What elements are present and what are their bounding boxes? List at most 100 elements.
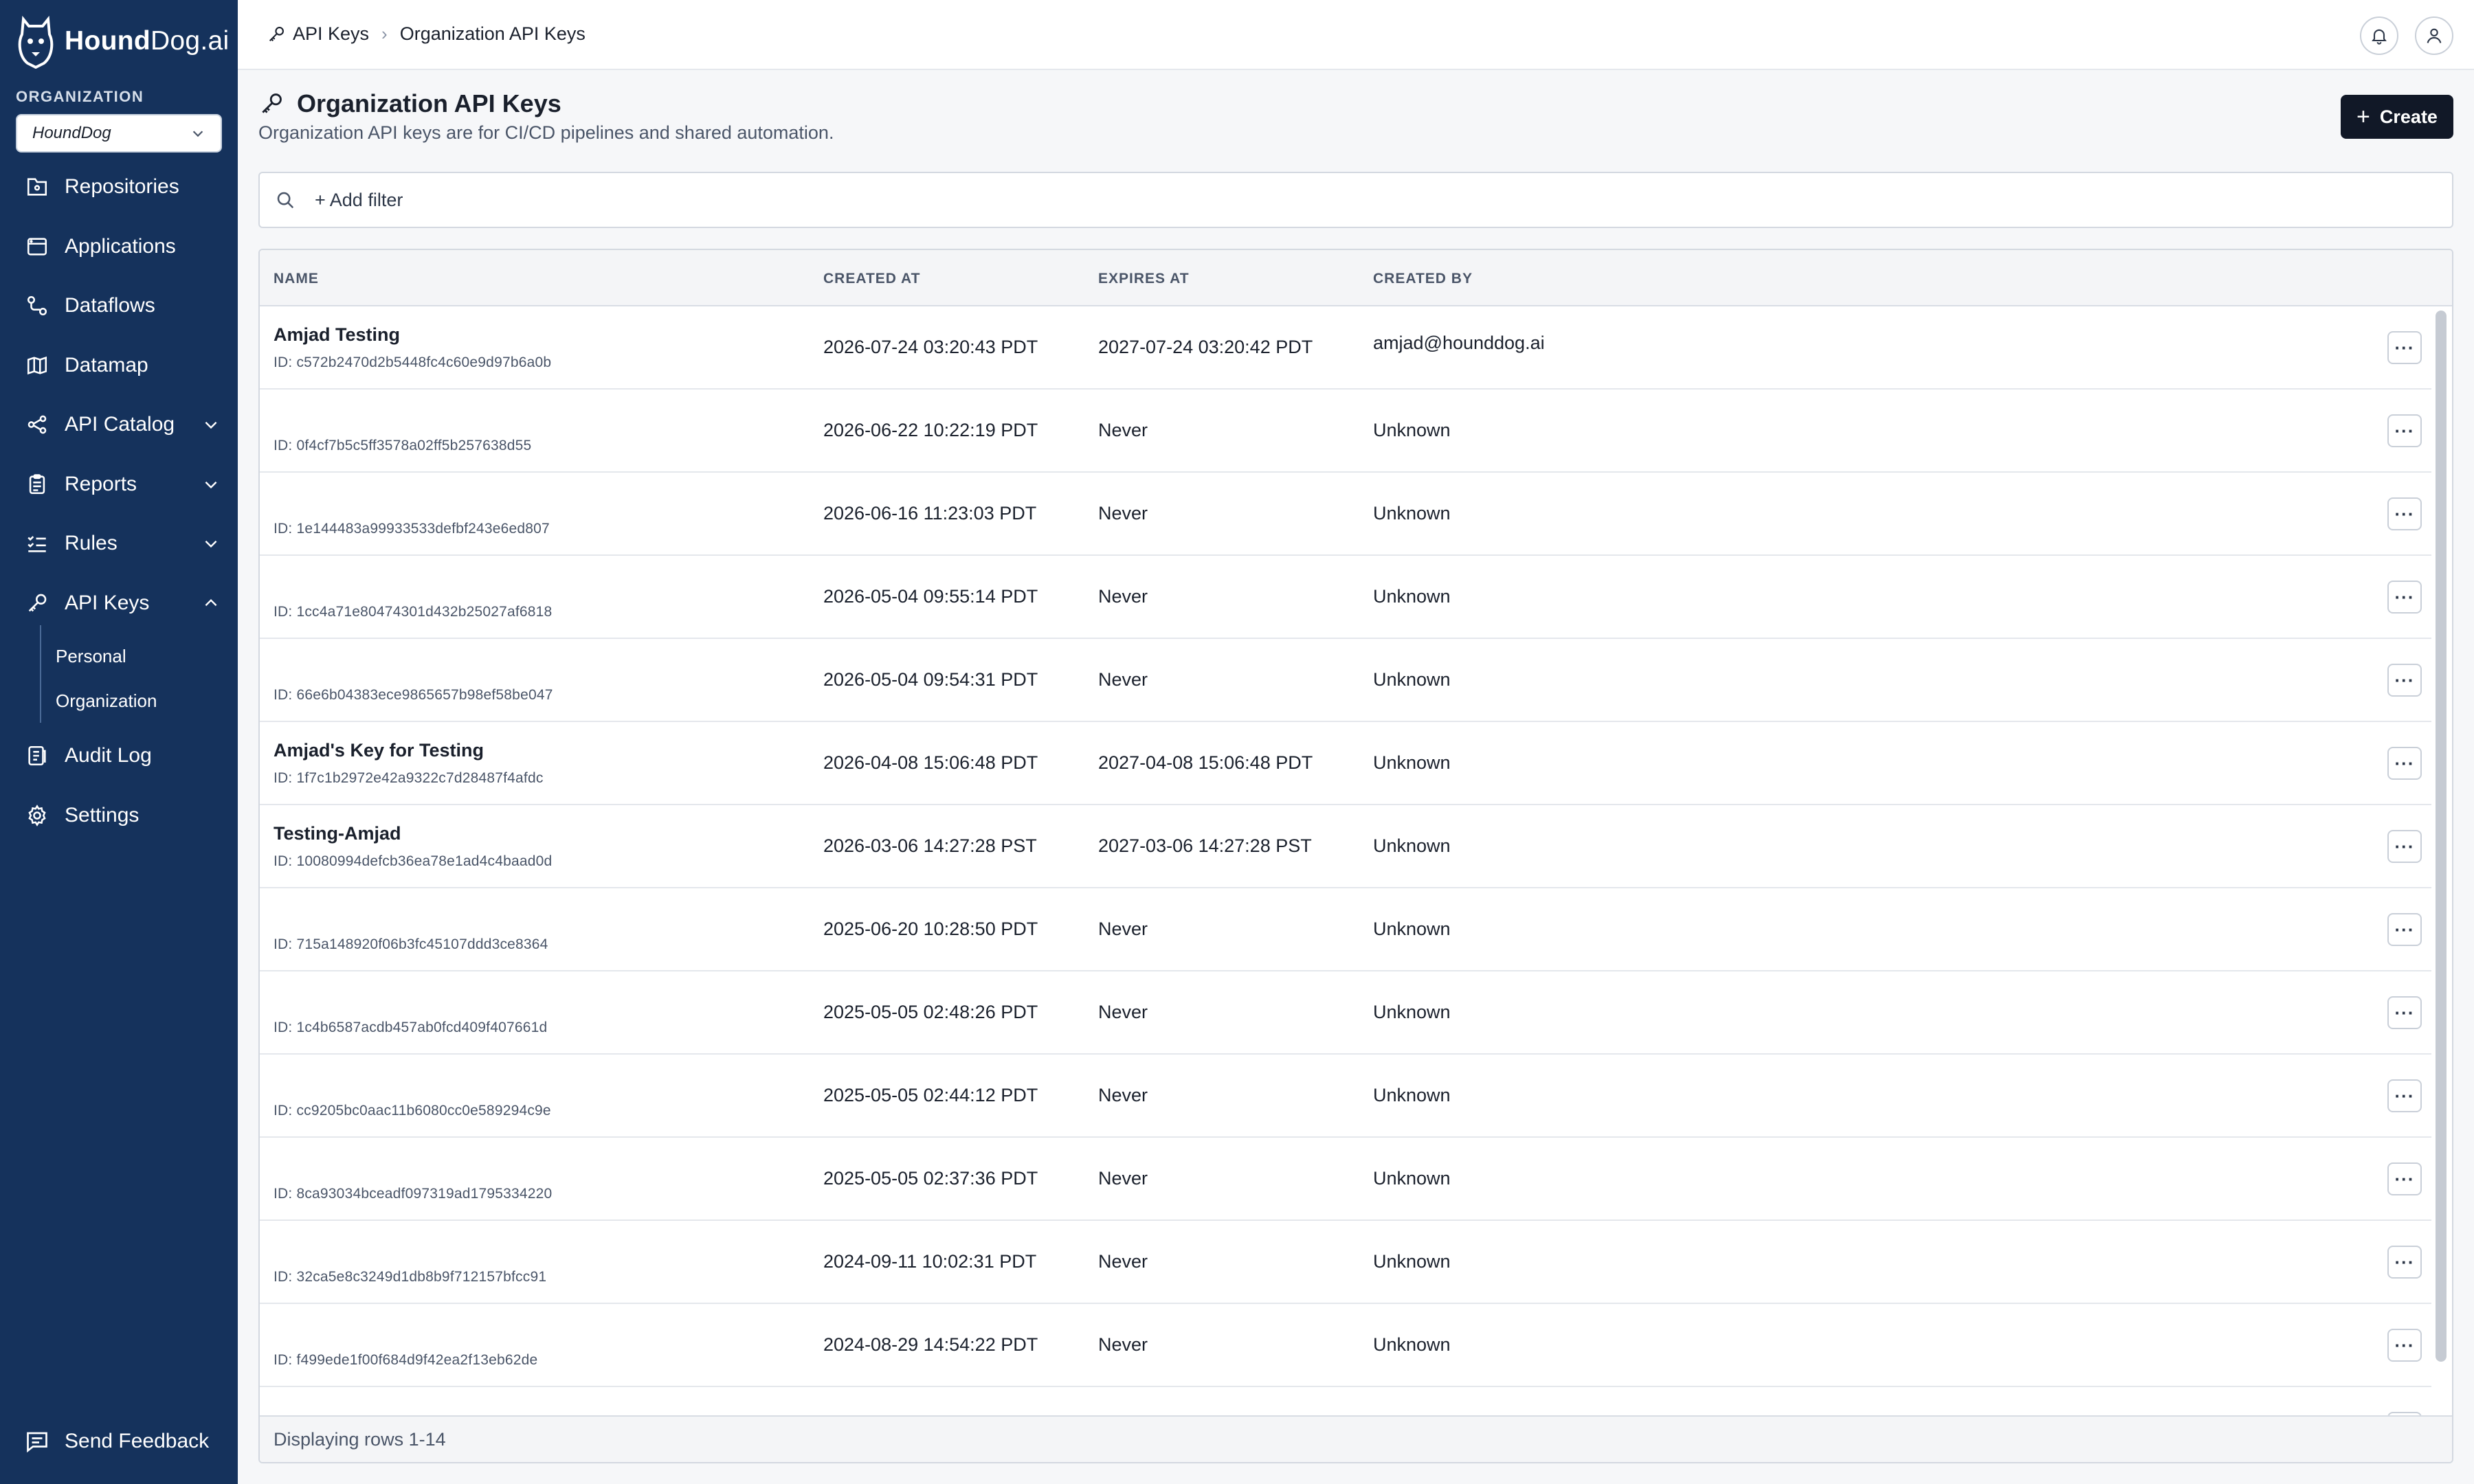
- row-actions-button[interactable]: ···: [2387, 497, 2422, 530]
- sidebar-item-api-catalog[interactable]: API Catalog: [0, 401, 238, 449]
- column-header-created-at[interactable]: CREATED AT: [823, 271, 920, 287]
- created-by: Unknown: [1373, 1002, 1451, 1022]
- application-icon: [25, 234, 49, 259]
- row-actions-button[interactable]: ···: [2387, 331, 2422, 364]
- chevron-down-icon: [192, 131, 203, 137]
- page-description: Organization API keys are for CI/CD pipe…: [258, 122, 834, 143]
- column-header-created-by[interactable]: CREATED BY: [1373, 271, 1473, 287]
- table-row[interactable]: ID: 66e6b04383ece9865657b98ef58be047 2026…: [260, 639, 2431, 722]
- sidebar-item-rules[interactable]: Rules: [0, 519, 238, 567]
- row-actions-button[interactable]: ···: [2387, 581, 2422, 614]
- key-name: Amjad's Key for Testing: [274, 740, 484, 761]
- sidebar-item-audit-log[interactable]: Audit Log: [0, 732, 238, 780]
- created-at: 2025-05-05 02:48:26 PDT: [823, 1002, 1038, 1022]
- brand-name: HoundDog.ai: [65, 26, 230, 56]
- hound-logo-icon: [18, 15, 54, 69]
- sidebar-item-settings[interactable]: Settings: [0, 791, 238, 840]
- more-horizontal-icon: ···: [2394, 420, 2415, 441]
- row-actions-button[interactable]: ···: [2387, 830, 2422, 863]
- table-row[interactable]: ID: 1e144483a99933533defbf243e6ed807 2026…: [260, 473, 2431, 556]
- chevron-down-icon: [205, 540, 217, 548]
- key-name: Amjad Testing: [274, 324, 401, 345]
- table-scrollbar[interactable]: [2436, 311, 2447, 1362]
- create-button[interactable]: + Create: [2341, 95, 2453, 139]
- table-row[interactable]: Testing-Amjad ID: 10080994defcb36ea78e1ad…: [260, 805, 2431, 888]
- expires-at: Never: [1098, 1085, 1148, 1105]
- table-row[interactable]: ID: 8ca93034bceadf097319ad1795334220 2025…: [260, 1138, 2431, 1221]
- key-id: ID: c572b2470d2b5448fc4c60e9d97b6a0b: [274, 355, 552, 370]
- created-at: 2026-04-08 15:06:48 PDT: [823, 752, 1038, 773]
- table-row[interactable]: ID: 0f4cf7b5c5ff3578a02ff5b257638d55 2026…: [260, 390, 2431, 473]
- top-bar: API Keys › Organization API Keys: [238, 0, 2474, 70]
- created-at: 2025-05-05 02:37:36 PDT: [823, 1168, 1038, 1189]
- created-at: 2026-03-06 14:27:28 PST: [823, 835, 1037, 856]
- created-by: Unknown: [1373, 503, 1451, 524]
- key-id: ID: cc9205bc0aac11b6080cc0e589294c9e: [274, 1103, 551, 1118]
- sidebar-item-label: Settings: [65, 804, 140, 827]
- dataflow-icon: [25, 293, 49, 318]
- key-id: ID: 0f4cf7b5c5ff3578a02ff5b257638d55: [274, 438, 532, 453]
- user-menu-button[interactable]: [2415, 16, 2453, 55]
- row-actions-button[interactable]: ···: [2387, 996, 2422, 1029]
- table-footer: Displaying rows 1-14: [260, 1415, 2452, 1462]
- row-actions-button[interactable]: ···: [2387, 1079, 2422, 1112]
- row-actions-button[interactable]: ···: [2387, 1329, 2422, 1362]
- expires-at: Never: [1098, 1251, 1148, 1272]
- sidebar-subitem-personal[interactable]: Personal: [56, 646, 126, 667]
- sidebar-item-applications[interactable]: Applications: [0, 223, 238, 271]
- submenu-divider: [40, 625, 41, 723]
- column-header-expires-at[interactable]: EXPIRES AT: [1098, 271, 1190, 287]
- expires-at: 2027-03-06 14:27:28 PST: [1098, 835, 1312, 856]
- expires-at: Never: [1098, 586, 1148, 607]
- row-actions-button[interactable]: ···: [2387, 414, 2422, 447]
- table-row[interactable]: Amjad Testing ID: c572b2470d2b5448fc4c60e…: [260, 306, 2431, 390]
- row-actions-button[interactable]: ···: [2387, 913, 2422, 946]
- column-header-name[interactable]: NAME: [274, 271, 319, 287]
- gear-icon: [25, 803, 49, 828]
- row-count-text: Displaying rows 1-14: [274, 1428, 446, 1450]
- more-horizontal-icon: ···: [2394, 752, 2415, 774]
- table-row[interactable]: ID: 32ca5e8c3249d1db8b9f712157bfcc91 2024…: [260, 1221, 2431, 1304]
- row-actions-button[interactable]: ···: [2387, 664, 2422, 697]
- table-row[interactable]: ID: cc9205bc0aac11b6080cc0e589294c9e 2025…: [260, 1055, 2431, 1138]
- expires-at: Never: [1098, 1168, 1148, 1189]
- table-row[interactable]: Amjad's Key for Testing ID: 1f7c1b2972e42…: [260, 722, 2431, 805]
- sidebar-item-api-keys[interactable]: API Keys: [0, 579, 238, 627]
- sidebar-item-repositories[interactable]: Repositories: [0, 163, 238, 211]
- key-icon: [269, 26, 284, 41]
- created-at: 2024-08-29 14:54:22 PDT: [823, 1334, 1038, 1355]
- created-by: Unknown: [1373, 669, 1451, 690]
- filter-bar[interactable]: + Add filter: [258, 172, 2453, 228]
- row-actions-button[interactable]: ···: [2387, 747, 2422, 780]
- created-at: 2026-06-16 11:23:03 PDT: [823, 503, 1037, 524]
- sidebar-item-label: Repositories: [65, 175, 179, 198]
- sidebar-item-label: Applications: [65, 235, 176, 258]
- table-row[interactable]: ID: 1cc4a71e80474301d432b25027af6818 2026…: [260, 556, 2431, 639]
- sidebar-item-dataflows[interactable]: Dataflows: [0, 282, 238, 330]
- sidebar-subitem-organization[interactable]: Organization: [56, 690, 157, 712]
- created-at: 2024-09-11 10:02:31 PDT: [823, 1251, 1037, 1272]
- sidebar-item-label: Rules: [65, 532, 118, 554]
- sidebar-item-label: Datamap: [65, 354, 148, 376]
- expires-at: 2027-04-08 15:06:48 PDT: [1098, 752, 1313, 773]
- notifications-button[interactable]: [2360, 16, 2398, 55]
- add-filter-button[interactable]: + Add filter: [315, 190, 403, 211]
- table-row[interactable]: ID: 1c4b6587acdb457ab0fcd409f407661d 2025…: [260, 971, 2431, 1055]
- send-feedback-label: Send Feedback: [65, 1430, 210, 1452]
- page-title: Organization API Keys: [258, 89, 561, 118]
- logo[interactable]: HoundDog.ai: [14, 14, 230, 69]
- row-actions-button[interactable]: ···: [2387, 1162, 2422, 1195]
- organization-select[interactable]: HoundDog: [16, 114, 222, 153]
- breadcrumb-parent[interactable]: API Keys: [293, 23, 369, 45]
- send-feedback-button[interactable]: Send Feedback: [25, 1429, 209, 1454]
- row-actions-button[interactable]: ···: [2387, 1246, 2422, 1279]
- more-horizontal-icon: ···: [2394, 1002, 2415, 1023]
- table-row[interactable]: ID: f499ede1f00f684d9f42ea2f13eb62de 2024…: [260, 1304, 2431, 1387]
- sidebar-item-datamap[interactable]: Datamap: [0, 341, 238, 390]
- expires-at: Never: [1098, 1002, 1148, 1022]
- key-id: ID: 1cc4a71e80474301d432b25027af6818: [274, 604, 553, 620]
- sidebar-item-reports[interactable]: Reports: [0, 460, 238, 508]
- table-row[interactable]: ID: 715a148920f06b3fc45107ddd3ce8364 2025…: [260, 888, 2431, 971]
- sidebar-item-label: API Keys: [65, 592, 150, 614]
- created-by: Unknown: [1373, 1085, 1451, 1105]
